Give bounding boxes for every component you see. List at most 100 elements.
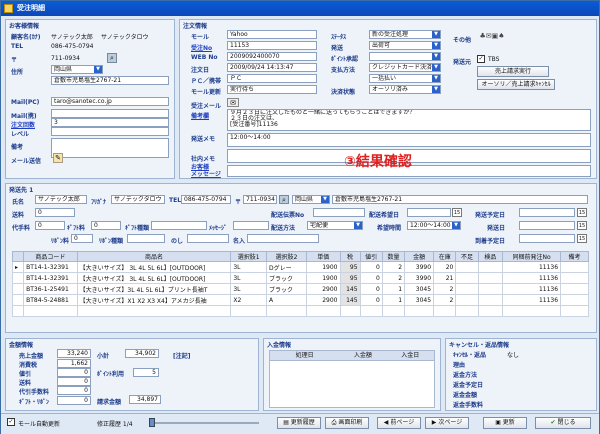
ship-select[interactable]: 出荷可 ▼ [369, 41, 441, 50]
mail-pc-field[interactable]: taro@sanotec.co.jp [51, 97, 169, 106]
settle-select[interactable]: オーソリ済み ▼ [369, 85, 441, 94]
noshi-field[interactable] [187, 234, 229, 243]
col-header[interactable]: 備考 [560, 251, 589, 262]
cancel-kind-value[interactable]: なし [507, 350, 519, 359]
pay-method-select[interactable]: クレジットカード決済 ▼ [369, 63, 441, 72]
cod-field[interactable]: 0 [35, 221, 65, 230]
deposit-col-header[interactable]: 入金日 [387, 351, 434, 360]
table-row[interactable]: BT36-1-25491 【大きいサイズ】3L 4L 5L 6L】プリント長袖T 3… [11, 283, 589, 295]
col-header[interactable]: 選択肢2 [265, 251, 308, 262]
col-header[interactable]: 値引 [359, 251, 383, 262]
remarks-label[interactable]: 備考欄 [191, 111, 209, 120]
shipto-zip-search-icon[interactable]: ⌕ [279, 195, 289, 204]
col-header[interactable]: 単価 [306, 251, 341, 262]
col-header[interactable]: 同梱前発注No [502, 251, 562, 262]
refund-method-label: 返金方法 [453, 372, 478, 379]
customer-zip[interactable]: 711-0934 [51, 55, 80, 62]
next-page-button[interactable]: ▶ 次ページ [425, 417, 469, 429]
close-button[interactable]: ✔ 閉じる [535, 417, 591, 429]
customer-name[interactable]: サノテック太郎 [51, 32, 93, 41]
mail-pc-label: Mail(PC) [11, 99, 40, 106]
history-button[interactable]: ▤ 更新履歴 [277, 417, 321, 429]
discount-field[interactable]: 0 [57, 368, 91, 377]
ship-date-field[interactable] [519, 221, 575, 230]
ribbon-kind-field[interactable] [127, 234, 165, 243]
order-no-field[interactable]: 11153 [227, 41, 317, 50]
level-field[interactable] [51, 127, 169, 136]
slip-no-field[interactable] [313, 208, 365, 217]
planned-date-calendar-icon[interactable]: 15 [577, 208, 587, 217]
mail-send-icon[interactable]: ✎ [53, 153, 63, 163]
ship-method-select[interactable]: 宅配便 ▼ [307, 221, 363, 230]
ribbon-fee-field[interactable]: 0 [71, 234, 93, 243]
col-header[interactable]: 商品コード [23, 251, 78, 262]
status-select[interactable]: 新の受注処理 ▼ [369, 30, 441, 39]
other-label: その他 [453, 37, 472, 44]
col-header[interactable]: 不足 [455, 251, 479, 262]
print-button[interactable]: ⎙ 画面印刷 [325, 417, 369, 429]
shipto-pref-select[interactable]: 岡山県 ▼ [292, 195, 330, 204]
mail-mb-field[interactable] [51, 109, 169, 118]
customer-message-label[interactable]: お客様 メッセージ [191, 164, 221, 178]
web-no-field[interactable]: 2009092400070 [227, 52, 317, 61]
order-date-field[interactable]: 2009/09/24 14:13:47 [227, 63, 317, 72]
pay-count-select[interactable]: 一括払い ▼ [369, 74, 441, 83]
point-use-field[interactable]: 5 [133, 368, 159, 377]
arrival-date-field[interactable] [519, 234, 575, 243]
postage-field[interactable]: 0 [35, 208, 75, 217]
prev-page-button[interactable]: ◀ 前ページ [377, 417, 421, 429]
table-row[interactable]: BT14-1-32391 【大きいサイズ】 3L 4L 5L 6L】[OUTDOO… [11, 272, 589, 284]
shipto-zip-field[interactable]: 711-0934 [243, 195, 277, 204]
pc-field[interactable]: ＰＣ [227, 74, 317, 83]
name-engrave-field[interactable] [247, 234, 319, 243]
table-row[interactable] [11, 305, 589, 317]
message-field[interactable] [233, 221, 269, 230]
tbs-checkbox[interactable]: ✓ [477, 55, 485, 63]
zip-search-icon[interactable]: ⌕ [107, 53, 117, 63]
option-icons[interactable]: ♣✉▣♠ [477, 32, 507, 41]
pref-select[interactable]: 岡山県 ▼ [51, 65, 103, 74]
order-count-label[interactable]: 注文回数 [11, 120, 35, 129]
customer-memo-field[interactable] [51, 138, 169, 158]
table-row[interactable]: BT84-5-24881 【大きいサイズ】X1 X2 X3 X4】アメカジ長袖 X2… [11, 294, 589, 306]
shipto-kana-field[interactable]: サノテックタロウ [111, 195, 165, 204]
auto-update-checkbox[interactable]: ✓ [7, 418, 15, 426]
planned-date-field[interactable] [519, 208, 575, 217]
deposit-col-header[interactable]: 処理日 [270, 351, 339, 360]
gift-fee-field[interactable]: 0 [91, 221, 121, 230]
shipto-address-field[interactable]: 倉敷市児島塩生2767-21 [332, 195, 588, 204]
gift-kind-field[interactable] [151, 221, 207, 230]
order-no-label[interactable]: 受注No [191, 43, 212, 52]
deposit-col-header[interactable]: 入金額 [339, 351, 386, 360]
mail-icon[interactable]: ✉ [227, 98, 239, 107]
point-approval-select[interactable]: ▼ [369, 52, 441, 61]
address-field[interactable]: 倉敷市児島塩生2767-21 [51, 76, 169, 85]
col-header[interactable]: 選択肢1 [230, 251, 267, 262]
wish-date-calendar-icon[interactable]: 15 [452, 208, 462, 217]
col-header[interactable]: 税 [339, 251, 361, 262]
order-count-field[interactable]: 3 [51, 118, 169, 127]
update-button[interactable]: ▣ 更新 [483, 417, 527, 429]
shipto-name-field[interactable]: サノテック太郎 [35, 195, 87, 204]
col-header[interactable]: 金額 [404, 251, 435, 262]
customer-kana[interactable]: サノテックタロウ [101, 32, 149, 41]
col-header[interactable]: 検品 [477, 251, 504, 262]
ship-date-calendar-icon[interactable]: 15 [577, 221, 587, 230]
shipto-section-title: 発送先 1 [9, 187, 34, 194]
history-slider[interactable] [149, 418, 259, 427]
remarks-field[interactable]: ９月２３日に注文したものと一緒に送ってもらうことはできますか？ ２３日の注文は、… [227, 109, 591, 131]
shipto-tel-field[interactable]: 086-475-0794 [181, 195, 231, 204]
mall-field[interactable]: Yahoo [227, 30, 317, 39]
wish-time-select[interactable]: 12:00～14:00 ▼ [407, 221, 461, 230]
col-header[interactable]: 商品名 [76, 251, 232, 262]
customer-tel[interactable]: 086-475-0794 [51, 43, 94, 50]
authorization-cancel-button[interactable]: オーソリ／売上請求ｷｬﾝｾﾙ [477, 79, 555, 90]
wish-date-field[interactable] [407, 208, 451, 217]
arrival-date-calendar-icon[interactable]: 15 [577, 234, 587, 243]
col-header[interactable]: 在庫 [433, 251, 457, 262]
bill-execute-button[interactable]: 売上請求実行 [477, 66, 549, 77]
table-row[interactable]: ▸ BT14-1-32391 【大きいサイズ】 3L 4L 5L 6L】[OUTDO… [11, 261, 589, 273]
ship-memo-field[interactable]: 12:00～14:00 [227, 133, 591, 147]
mall-update-field[interactable]: 実行待ち [227, 85, 317, 94]
col-header[interactable]: 数量 [381, 251, 406, 262]
